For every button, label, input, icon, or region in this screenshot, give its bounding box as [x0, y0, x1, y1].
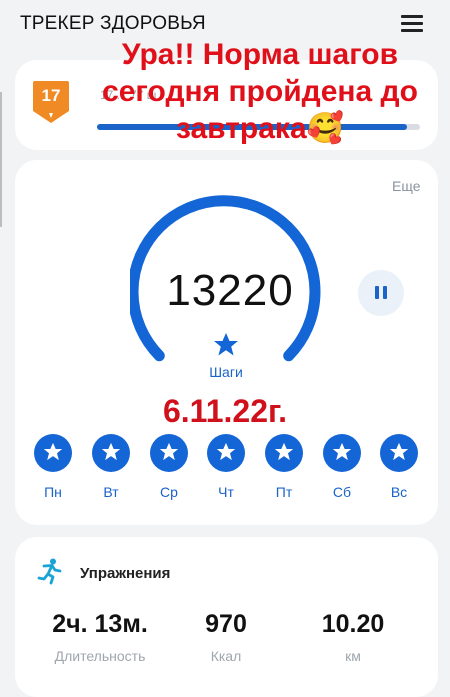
exercise-title: Упражнения	[80, 565, 171, 582]
step-count: 13220	[166, 266, 294, 315]
caption-line-3: завтрака	[175, 112, 307, 145]
caption-line-1: Ура!! Норма шагов	[121, 38, 399, 71]
day-label: Вт	[103, 484, 119, 500]
caption-line-2: сегодня пройдена до	[102, 75, 418, 108]
day-fri[interactable]: Пт	[264, 434, 304, 500]
day-wed[interactable]: Ср	[149, 434, 189, 500]
day-label: Вс	[390, 484, 408, 500]
distance-label: км	[345, 648, 361, 664]
screen-edge-divider	[0, 92, 2, 227]
smiling-face-hearts-emoji: 🥰	[306, 111, 344, 146]
hamburger-menu-icon[interactable]	[401, 15, 423, 33]
star-icon	[150, 434, 188, 472]
duration-value: 2ч. 13м.	[52, 610, 148, 638]
pause-icon	[375, 286, 379, 299]
star-icon	[323, 434, 361, 472]
overlay-caption: Ура!! Норма шагов сегодня пройдена до за…	[60, 36, 450, 147]
more-link[interactable]: Еще	[392, 178, 421, 194]
distance-value: 10.20	[321, 610, 385, 638]
day-tue[interactable]: Вт	[91, 434, 131, 500]
day-label: Ср	[160, 484, 178, 500]
calories-label: Ккал	[210, 648, 242, 664]
steps-label: Шаги	[209, 364, 243, 380]
running-person-icon	[37, 558, 62, 585]
duration-label: Длительность	[54, 648, 146, 664]
day-label: Сб	[332, 484, 352, 500]
day-sat[interactable]: Сб	[322, 434, 362, 500]
pause-icon-bar	[383, 286, 387, 299]
calories-value: 970	[205, 610, 247, 638]
app-title: ТРЕКЕР ЗДОРОВЬЯ	[20, 13, 206, 34]
star-icon	[265, 434, 303, 472]
star-icon	[34, 434, 72, 472]
day-label: Пн	[44, 484, 62, 500]
day-thu[interactable]: Чт	[206, 434, 246, 500]
star-icon	[92, 434, 130, 472]
gauge-star-icon	[214, 333, 238, 356]
day-sun[interactable]: Вс	[379, 434, 419, 500]
day-label: Чт	[218, 484, 234, 500]
date-caption: 6.11.22г.	[162, 393, 287, 429]
day-mon[interactable]: Пн	[33, 434, 73, 500]
star-icon	[380, 434, 418, 472]
day-label: Пт	[275, 484, 293, 500]
star-icon	[207, 434, 245, 472]
pause-button[interactable]	[358, 270, 404, 316]
